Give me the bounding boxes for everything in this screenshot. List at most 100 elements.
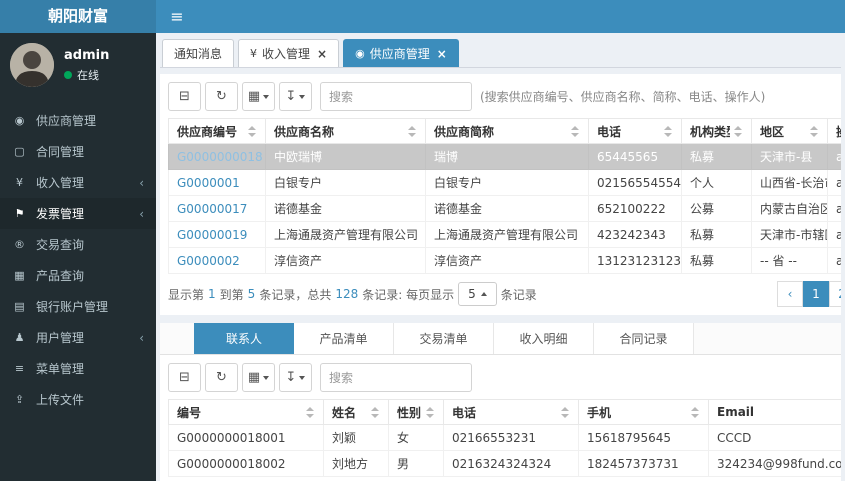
supplier-search-input[interactable]: [320, 82, 472, 111]
sort-icon[interactable]: [734, 125, 743, 138]
pagination-prev-button[interactable]: ‹: [777, 281, 803, 307]
column-header-name[interactable]: 姓名: [323, 399, 389, 425]
sort-icon[interactable]: [426, 406, 435, 419]
contacts-toolbar: ⊟ ↻ ▦ ↧: [168, 363, 833, 392]
column-header-phone[interactable]: 电话: [588, 118, 682, 144]
contacts-table: 编号 姓名 性别 电话 手机 Email G0000000018001 刘颖 女…: [168, 399, 841, 477]
cell-short-name: 瑞博: [425, 143, 589, 170]
sidebar-item-transactions[interactable]: ® 交易查询: [0, 229, 156, 260]
contacts-search-input[interactable]: [320, 363, 472, 392]
column-header-supplier-short-name[interactable]: 供应商简称: [425, 118, 589, 144]
close-icon[interactable]: ×: [317, 47, 327, 61]
sidebar-item-contracts[interactable]: ▢ 合同管理: [0, 136, 156, 167]
cell-region: -- 省 --: [751, 247, 828, 274]
sidebar-item-upload[interactable]: ⇪ 上传文件: [0, 384, 156, 415]
column-header-gender[interactable]: 性别: [388, 399, 444, 425]
sort-icon[interactable]: [691, 406, 700, 419]
sort-icon[interactable]: [664, 125, 673, 138]
column-label: Email: [717, 405, 755, 419]
brand-logo[interactable]: 朝阳财富: [0, 0, 156, 33]
supplier-code-link[interactable]: G00000019: [177, 228, 247, 242]
pagination-page-2[interactable]: 2: [829, 281, 841, 307]
table-row[interactable]: G00000017 诺德基金 诺德基金 652100222 公募 内蒙古自治区 …: [168, 195, 841, 222]
chevron-left-icon: ‹: [139, 330, 144, 345]
tab-suppliers[interactable]: ◉ 供应商管理 ×: [343, 39, 459, 67]
cell-name: 上海通晟资产管理有限公司: [265, 221, 426, 248]
avatar[interactable]: [10, 43, 54, 87]
sort-icon[interactable]: [248, 125, 257, 138]
sort-icon[interactable]: [810, 125, 819, 138]
sidebar-item-users[interactable]: ♟ 用户管理 ‹: [0, 322, 156, 353]
column-header-supplier-code[interactable]: 供应商编号: [168, 118, 266, 144]
supplier-code-link[interactable]: G0000001: [177, 176, 240, 190]
refresh-button[interactable]: ↻: [205, 363, 238, 392]
page-size-select[interactable]: 5: [458, 282, 497, 306]
circle-dot-icon: ◉: [355, 47, 365, 60]
export-button[interactable]: ↧: [279, 82, 312, 111]
tab-product-list[interactable]: 产品清单: [294, 323, 394, 354]
column-header-mobile[interactable]: 手机: [578, 399, 709, 425]
sidebar-item-label: 供应商管理: [36, 114, 97, 128]
top-header: 朝阳财富 ≡: [0, 0, 845, 33]
sidebar-item-invoices[interactable]: ⚑ 发票管理 ‹: [0, 198, 156, 229]
table-row[interactable]: G0000001 白银专户 白银专户 02156554554 个人 山西省-长治…: [168, 169, 841, 196]
table-row[interactable]: G0000000018001 刘颖 女 02166553231 15618795…: [168, 424, 841, 451]
table-row[interactable]: G00000019 上海通晟资产管理有限公司 上海通晟资产管理有限公司 4232…: [168, 221, 841, 248]
tab-income-detail[interactable]: 收入明细: [494, 323, 594, 354]
pagination-toggle-button[interactable]: ⊟: [168, 363, 201, 392]
pagination-page-1[interactable]: 1: [803, 281, 829, 307]
cell-name: 刘颖: [323, 424, 389, 451]
columns-button[interactable]: ▦: [242, 363, 275, 392]
column-header-operator[interactable]: 操作人: [827, 118, 841, 144]
caret-up-icon: [480, 292, 487, 296]
column-label: 电话: [452, 405, 477, 420]
supplier-code-link[interactable]: G0000000018: [177, 150, 263, 164]
cell-name: 刘地方: [323, 450, 389, 477]
supplier-code-link[interactable]: G00000017: [177, 202, 247, 216]
invoice-icon: ⚑: [14, 207, 25, 220]
user-panel: admin 在线: [0, 33, 156, 99]
export-button[interactable]: ↧: [279, 363, 312, 392]
column-header-phone[interactable]: 电话: [443, 399, 579, 425]
table-row[interactable]: G0000000018002 刘地方 男 0216324324324 18245…: [168, 450, 841, 477]
column-header-institution-type[interactable]: 机构类型: [681, 118, 752, 144]
sidebar-item-income[interactable]: ¥ 收入管理 ‹: [0, 167, 156, 198]
column-header-supplier-name[interactable]: 供应商名称: [265, 118, 426, 144]
column-label: 供应商名称: [274, 124, 335, 139]
chevron-left-icon: ‹: [139, 206, 144, 221]
cell-operator: a: [827, 143, 841, 170]
sort-icon[interactable]: [371, 406, 380, 419]
sidebar-item-suppliers[interactable]: ◉ 供应商管理: [0, 105, 156, 136]
refresh-button[interactable]: ↻: [205, 82, 238, 111]
column-header-contact-code[interactable]: 编号: [168, 399, 324, 425]
cell-region: 天津市-市辖区: [751, 221, 828, 248]
tab-transaction-list[interactable]: 交易清单: [394, 323, 494, 354]
tab-notifications[interactable]: 通知消息: [162, 39, 235, 67]
sidebar-item-bank-accounts[interactable]: ▤ 银行账户管理: [0, 291, 156, 322]
cell-mobile: 15618795645: [578, 424, 709, 451]
sort-icon[interactable]: [571, 125, 580, 138]
column-header-email[interactable]: Email: [708, 399, 841, 425]
tab-contract-records[interactable]: 合同记录: [594, 323, 694, 354]
sort-icon[interactable]: [408, 125, 417, 138]
cell-phone: 423242343: [588, 221, 682, 248]
bank-icon: ▤: [14, 300, 25, 313]
refresh-icon: ↻: [216, 370, 227, 385]
sort-icon[interactable]: [561, 406, 570, 419]
sidebar-item-menus[interactable]: ≡ 菜单管理: [0, 353, 156, 384]
tab-contacts[interactable]: 联系人: [194, 323, 294, 354]
sidebar-toggle-icon[interactable]: ≡: [156, 0, 198, 33]
column-header-region[interactable]: 地区: [751, 118, 828, 144]
tab-income[interactable]: ¥ 收入管理 ×: [238, 39, 340, 67]
columns-icon: ▦: [247, 370, 261, 385]
pager: ‹ 1 2: [777, 281, 841, 307]
pagination-toggle-button[interactable]: ⊟: [168, 82, 201, 111]
cell-phone: 02156554554: [588, 169, 682, 196]
sort-icon[interactable]: [306, 406, 315, 419]
close-icon[interactable]: ×: [437, 47, 447, 61]
columns-button[interactable]: ▦: [242, 82, 275, 111]
table-row[interactable]: G0000000018 中欧瑞博 瑞博 65445565 私募 天津市-县 a: [168, 143, 841, 170]
supplier-code-link[interactable]: G0000002: [177, 254, 240, 268]
table-row[interactable]: G0000002 淳信资产 淳信资产 13123123123 私募 -- 省 -…: [168, 247, 841, 274]
sidebar-item-products[interactable]: ▦ 产品查询: [0, 260, 156, 291]
